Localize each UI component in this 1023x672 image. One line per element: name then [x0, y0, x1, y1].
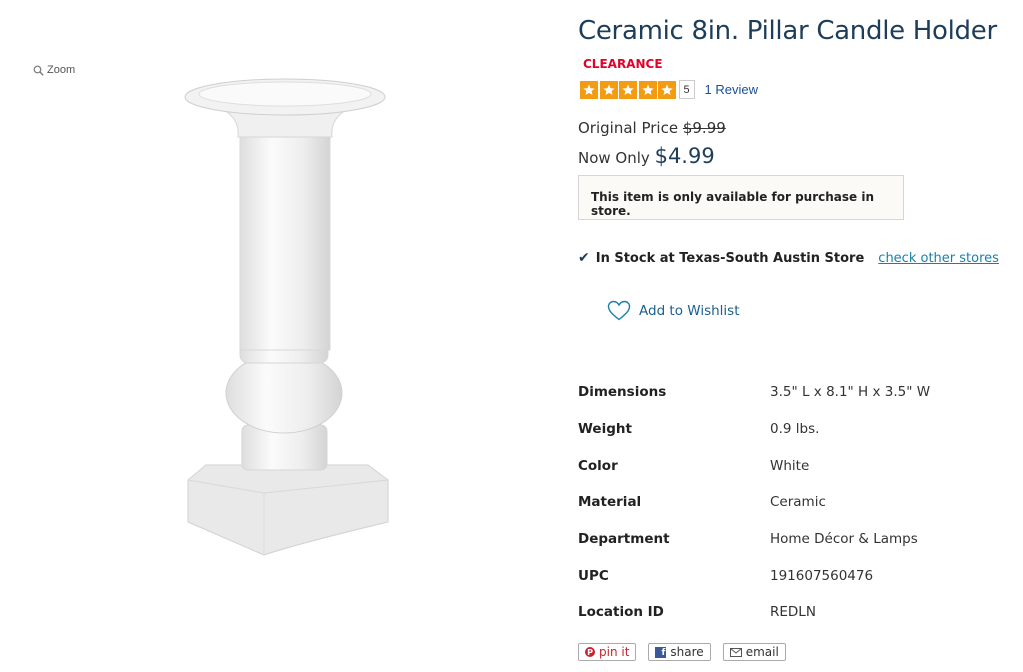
spec-value: REDLN [770, 604, 816, 621]
spec-row: Material Ceramic [578, 484, 930, 521]
pin-it-label: pin it [599, 645, 630, 659]
heart-icon [607, 300, 631, 321]
checkmark-icon: ✔ [578, 250, 590, 266]
original-price-value: $9.99 [682, 119, 726, 137]
spec-row: UPC 191607560476 [578, 557, 930, 594]
pin-it-button[interactable]: P pin it [578, 643, 637, 661]
pinterest-icon: P [585, 647, 595, 657]
spec-value: White [770, 457, 810, 474]
star-icon [619, 80, 637, 99]
spec-row: Weight 0.9 lbs. [578, 411, 930, 448]
zoom-label: Zoom [47, 64, 76, 76]
original-price: Original Price $9.99 [578, 119, 726, 137]
magnifier-icon [33, 65, 44, 76]
spec-row: Location ID REDLN [578, 594, 930, 631]
spec-label: Department [578, 531, 670, 548]
share-buttons: P pin it f share email [578, 643, 786, 661]
stock-status: ✔ In Stock at Texas-South Austin Store c… [578, 250, 999, 266]
rating-value: 5 [678, 80, 695, 99]
check-other-stores-link[interactable]: check other stores [878, 251, 999, 266]
spec-label: UPC [578, 567, 609, 584]
spec-label: Dimensions [578, 384, 667, 401]
spec-row: Dimensions 3.5" L x 8.1" H x 3.5" W [578, 374, 930, 411]
spec-label: Weight [578, 421, 632, 438]
product-image[interactable] [180, 75, 395, 560]
envelope-icon [729, 647, 742, 657]
original-price-label: Original Price [578, 119, 679, 137]
clearance-badge: CLEARANCE [583, 57, 663, 71]
spec-value: 0.9 lbs. [770, 421, 820, 438]
reviews-link[interactable]: 1 Review [705, 82, 758, 97]
facebook-share-button[interactable]: f share [648, 643, 711, 661]
spec-row: Department Home Décor & Lamps [578, 521, 930, 558]
zoom-button[interactable]: Zoom [33, 64, 75, 76]
star-icon [638, 80, 657, 99]
add-to-wishlist-button[interactable]: Add to Wishlist [607, 300, 740, 321]
spec-value: 191607560476 [770, 567, 874, 584]
facebook-icon: f [655, 646, 667, 658]
in-store-only-notice: This item is only available for purchase… [578, 175, 904, 220]
wishlist-label: Add to Wishlist [639, 302, 740, 319]
spec-row: Color White [578, 447, 930, 484]
spec-value: Ceramic [770, 494, 826, 511]
email-share-label: email [745, 645, 779, 659]
star-icon [599, 80, 618, 99]
star-icon [658, 80, 676, 99]
facebook-share-label: share [670, 645, 704, 659]
specifications-table: Dimensions 3.5" L x 8.1" H x 3.5" W Weig… [578, 374, 930, 631]
rating: 5 1 Review [580, 80, 758, 99]
sale-price-value: $4.99 [654, 144, 715, 168]
star-icon [580, 80, 598, 99]
spec-value: Home Décor & Lamps [770, 531, 918, 548]
product-title: Ceramic 8in. Pillar Candle Holder [578, 16, 997, 46]
spec-value: 3.5" L x 8.1" H x 3.5" W [770, 384, 931, 401]
stock-status-text: In Stock at Texas-South Austin Store [595, 250, 865, 266]
spec-label: Color [578, 457, 618, 474]
sale-price-label: Now Only [578, 149, 650, 167]
email-share-button[interactable]: email [722, 643, 786, 661]
spec-label: Location ID [578, 604, 664, 621]
spec-label: Material [578, 494, 642, 511]
sale-price: Now Only $4.99 [578, 144, 715, 168]
